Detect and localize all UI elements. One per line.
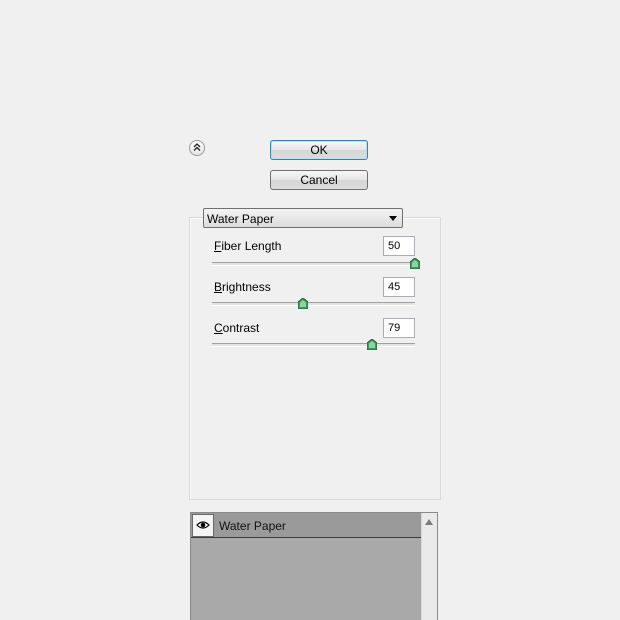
contrast-slider-track[interactable] (212, 343, 415, 347)
contrast-label: Contrast (214, 321, 259, 335)
layer-visibility-toggle[interactable] (192, 514, 214, 537)
cancel-button[interactable]: Cancel (270, 170, 368, 190)
brightness-input[interactable]: 45 (383, 277, 415, 297)
fiber-length-slider-thumb[interactable] (409, 257, 421, 270)
filter-select-value: Water Paper (207, 212, 274, 226)
brightness-label: Brightness (214, 280, 271, 294)
eye-icon (196, 519, 210, 533)
collapse-toggle-button[interactable] (189, 140, 205, 156)
scroll-up-button[interactable] (421, 513, 437, 529)
triangle-down-icon (389, 216, 397, 221)
filter-select[interactable]: Water Paper (203, 208, 403, 228)
double-chevron-up-icon (192, 141, 202, 155)
layers-scrollbar[interactable] (421, 513, 437, 620)
brightness-mnemonic: B (214, 280, 223, 294)
effect-layer-name: Water Paper (219, 519, 286, 533)
contrast-slider-thumb[interactable] (366, 338, 378, 351)
contrast-input[interactable]: 79 (383, 318, 415, 338)
fiber-length-input[interactable]: 50 (383, 236, 415, 256)
brightness-label-rest: rightness (222, 280, 271, 294)
fiber-length-slider-track[interactable] (212, 262, 415, 266)
brightness-slider-track[interactable] (212, 302, 415, 306)
contrast-mnemonic: C (214, 321, 223, 335)
fiber-length-label-rest: iber Length (221, 239, 282, 253)
filter-settings-panel (189, 217, 441, 500)
ok-button[interactable]: OK (270, 140, 368, 160)
brightness-slider-thumb[interactable] (297, 297, 309, 310)
fiber-length-label: Fiber Length (214, 239, 281, 253)
triangle-up-icon (425, 514, 433, 528)
contrast-label-rest: ontrast (222, 321, 260, 335)
